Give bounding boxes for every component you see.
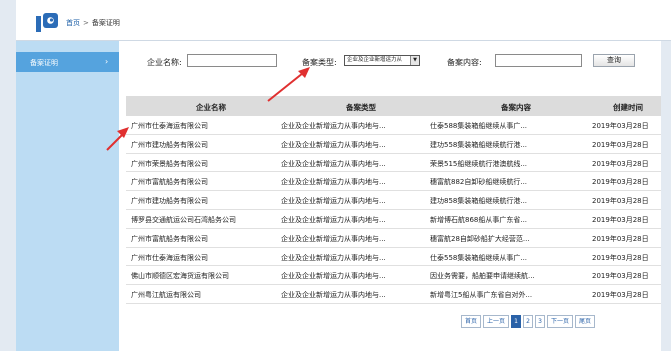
company-name-label: 企业名称: xyxy=(147,58,182,67)
table-row: 佛山市顺德区宏海货运有限公司 企业及企业新增运力从事内地与... 因业务需要，船舶要… xyxy=(126,266,661,286)
search-button[interactable]: 查询 xyxy=(593,54,635,67)
filing-type-selected-value: 企业及企业新增运力从 xyxy=(347,57,403,63)
cell-created-time: 2019年03月28日 xyxy=(592,291,649,300)
cell-company-name[interactable]: 广州市富航船务有限公司 xyxy=(131,234,208,244)
main-panel: 企业名称: 备案类型: 企业及企业新增运力从 ▼ 备案内容: 查询 企业名称 备… xyxy=(119,41,661,351)
filter-bar: 企业名称: 备案类型: 企业及企业新增运力从 ▼ 备案内容: 查询 xyxy=(119,54,661,70)
prev-page-button[interactable]: 上一页 xyxy=(483,315,509,328)
table-row: 广州市荣景船务有限公司 企业及企业新增运力从事内地与... 荣景515船继续航行港澳… xyxy=(126,154,661,173)
cell-filing-type: 企业及企业新增运力从事内地与... xyxy=(281,140,386,149)
cell-company-name[interactable]: 广州市建功船务有限公司 xyxy=(131,140,208,150)
page-3-button[interactable]: 3 xyxy=(535,315,545,328)
breadcrumb-current: 备案证明 xyxy=(91,19,120,27)
header-filing-content: 备案内容 xyxy=(501,103,531,112)
page-2-button[interactable]: 2 xyxy=(523,315,533,328)
breadcrumb: 首页 > 备案证明 xyxy=(66,18,120,28)
cell-filing-type: 企业及企业新增运力从事内地与... xyxy=(281,178,386,187)
header-created-time: 创建时间 xyxy=(613,103,643,112)
cell-company-name[interactable]: 广州市仕泰海运有限公司 xyxy=(131,121,208,131)
cell-company-name[interactable]: 广州市仕泰海运有限公司 xyxy=(131,253,208,263)
cell-filing-type: 企业及企业新增运力从事内地与... xyxy=(281,253,386,262)
table-body: 广州市仕泰海运有限公司 企业及企业新增运力从事内地与... 仕泰588集装箱船继续从… xyxy=(126,116,661,304)
cell-created-time: 2019年03月28日 xyxy=(592,140,649,149)
cell-filing-content[interactable]: 仕泰558集装箱船继续从事广... xyxy=(430,253,527,263)
top-header: 首页 > 备案证明 xyxy=(16,0,671,41)
table-row: 广州市富航船务有限公司 企业及企业新增运力从事内地与... 穗富航28自卸砂船扩大经… xyxy=(126,229,661,248)
cell-created-time: 2019年03月28日 xyxy=(592,178,649,187)
cell-filing-content[interactable]: 新增博石航868船从事广东省... xyxy=(430,215,527,225)
first-page-button[interactable]: 首页 xyxy=(461,315,481,328)
filing-type-select[interactable]: 企业及企业新增运力从 ▼ xyxy=(344,55,420,66)
table-row: 广州市建功船务有限公司 企业及企业新增运力从事内地与... 建功858集装箱船继续航… xyxy=(126,191,661,210)
cell-filing-type: 企业及企业新增运力从事内地与... xyxy=(281,291,386,300)
last-page-button[interactable]: 尾页 xyxy=(575,315,595,328)
filing-content-label: 备案内容: xyxy=(447,58,482,67)
cell-created-time: 2019年03月28日 xyxy=(592,159,649,168)
cell-filing-content[interactable]: 建功558集装箱船继续航行港... xyxy=(430,140,527,150)
cell-filing-type: 企业及企业新增运力从事内地与... xyxy=(281,159,386,168)
cell-filing-type: 企业及企业新增运力从事内地与... xyxy=(281,234,386,243)
cell-company-name[interactable]: 佛山市顺德区宏海货运有限公司 xyxy=(131,271,229,281)
cell-filing-content[interactable]: 因业务需要，船舶要申请继续航... xyxy=(430,271,535,281)
cell-filing-content[interactable]: 建功858集装箱船继续航行港... xyxy=(430,196,527,206)
cell-company-name[interactable]: 广州市富航船务有限公司 xyxy=(131,177,208,187)
header-company-name: 企业名称 xyxy=(196,103,226,112)
table-row: 广州市仕泰海运有限公司 企业及企业新增运力从事内地与... 仕泰558集装箱船继续从… xyxy=(126,248,661,267)
cell-created-time: 2019年03月28日 xyxy=(592,253,649,262)
sidebar-item-label: 备案证明 xyxy=(30,59,58,67)
cell-created-time: 2019年03月28日 xyxy=(592,215,649,224)
filing-content-input[interactable] xyxy=(495,54,582,67)
cell-filing-type: 企业及企业新增运力从事内地与... xyxy=(281,122,386,130)
logo-icon xyxy=(36,13,58,32)
cell-created-time: 2019年03月28日 xyxy=(592,122,649,130)
company-name-input[interactable] xyxy=(187,54,277,67)
cell-created-time: 2019年03月28日 xyxy=(592,272,649,281)
cell-company-name[interactable]: 博罗县交通航运公司石湾船务公司 xyxy=(131,215,236,225)
table-row: 广州市仕泰海运有限公司 企业及企业新增运力从事内地与... 仕泰588集装箱船继续从… xyxy=(126,116,661,135)
breadcrumb-home-link[interactable]: 首页 xyxy=(66,19,80,27)
sidebar: 备案证明 › xyxy=(16,41,119,351)
page-1-button[interactable]: 1 xyxy=(511,315,521,328)
dropdown-arrow-icon: ▼ xyxy=(410,56,419,65)
cell-created-time: 2019年03月28日 xyxy=(592,234,649,243)
cell-created-time: 2019年03月28日 xyxy=(592,197,649,206)
cell-company-name[interactable]: 广州粤江航运有限公司 xyxy=(131,290,201,300)
cell-company-name[interactable]: 广州市荣景船务有限公司 xyxy=(131,159,208,169)
cell-filing-content[interactable]: 新增粤江5船从事广东省自对外... xyxy=(430,290,532,300)
sidebar-item-filing-certificate[interactable]: 备案证明 › xyxy=(16,52,119,72)
breadcrumb-separator: > xyxy=(83,19,89,27)
records-table: 企业名称 备案类型 备案内容 创建时间 广州市仕泰海运有限公司企业及企业新增运力… xyxy=(126,96,661,304)
table-row: 广州粤江航运有限公司 企业及企业新增运力从事内地与... 新增粤江5船从事广东省自对… xyxy=(126,285,661,304)
cell-company-name[interactable]: 广州市建功船务有限公司 xyxy=(131,196,208,206)
table-row: 广州市富航船务有限公司 企业及企业新增运力从事内地与... 穗富航882自卸砂船继续… xyxy=(126,172,661,192)
cell-filing-content[interactable]: 穗富航882自卸砂船继续航行... xyxy=(430,177,527,187)
cell-filing-content[interactable]: 仕泰588集装箱船继续从事广... xyxy=(430,121,527,131)
filing-type-label: 备案类型: xyxy=(302,58,337,67)
table-row: 博罗县交通航运公司石湾船务公司 企业及企业新增运力从事内地与... 新增博石航868… xyxy=(126,210,661,229)
cell-filing-content[interactable]: 荣景515船继续航行港澳航线... xyxy=(430,159,527,169)
table-row: 广州市建功船务有限公司 企业及企业新增运力从事内地与... 建功558集装箱船继续航… xyxy=(126,135,661,154)
next-page-button[interactable]: 下一页 xyxy=(547,315,573,328)
table-header: 企业名称 备案类型 备案内容 创建时间 xyxy=(126,96,661,116)
cell-filing-type: 企业及企业新增运力从事内地与... xyxy=(281,272,386,281)
cell-filing-type: 企业及企业新增运力从事内地与... xyxy=(281,197,386,206)
cell-filing-content[interactable]: 穗富航28自卸砂船扩大经营范... xyxy=(430,234,530,244)
cell-filing-type: 企业及企业新增运力从事内地与... xyxy=(281,215,386,224)
header-filing-type: 备案类型 xyxy=(346,103,376,112)
chevron-right-icon: › xyxy=(105,57,109,66)
